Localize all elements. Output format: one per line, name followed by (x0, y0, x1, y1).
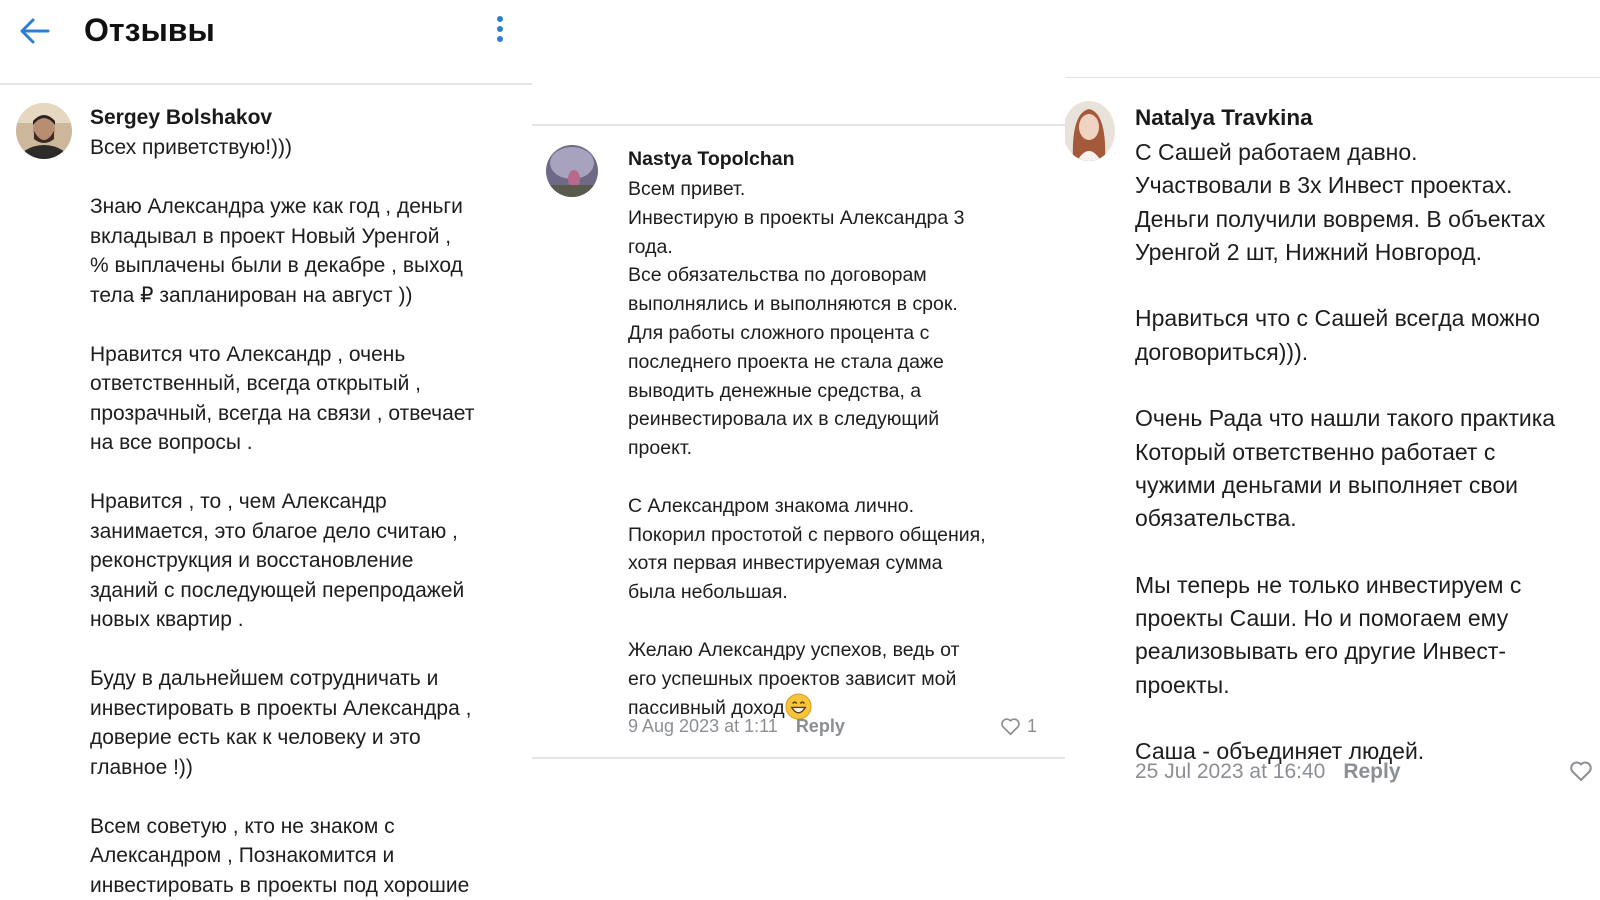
review-panel-3: Natalya Travkina С Сашей работаем давно.… (1065, 0, 1600, 900)
divider-top (532, 124, 1065, 126)
heart-outline-icon (1000, 717, 1021, 736)
like-button[interactable]: 1 (1000, 716, 1037, 737)
divider-top (1065, 77, 1600, 78)
review-date: 9 Aug 2023 at 1:11 (628, 716, 778, 736)
more-vertical-icon[interactable] (492, 14, 508, 44)
avatar[interactable] (546, 145, 598, 197)
heart-outline-icon (1569, 760, 1593, 782)
app-bar: Отзывы (0, 0, 532, 85)
review-text-content: Всем привет. Инвестирую в проекты Алекса… (628, 178, 986, 720)
review-author[interactable]: Natalya Travkina (1135, 105, 1313, 131)
review-meta: 25 Jul 2023 at 16:40 Reply (1135, 760, 1401, 784)
review-panel-2: Nastya Topolchan Всем привет. Инвестирую… (532, 0, 1065, 900)
reply-button[interactable]: Reply (1343, 760, 1400, 783)
like-count: 1 (1027, 716, 1038, 736)
review-author[interactable]: Sergey Bolshakov (90, 106, 272, 130)
review-text: Всем привет. Инвестирую в проекты Алекса… (628, 175, 1058, 723)
reply-button[interactable]: Reply (796, 716, 845, 736)
review-meta: 9 Aug 2023 at 1:11 Reply (628, 716, 845, 737)
arrow-left-icon[interactable] (18, 14, 52, 48)
review-date: 25 Jul 2023 at 16:40 (1135, 760, 1326, 783)
avatar[interactable] (16, 103, 72, 159)
like-button[interactable] (1569, 760, 1593, 782)
divider-bottom (532, 757, 1065, 759)
avatar[interactable] (1065, 101, 1115, 161)
review-text: С Сашей работаем давно. Участвовали в 3х… (1135, 139, 1556, 765)
review-panel-1: Отзывы Sergey Bolshakov Всех приветствую… (0, 0, 532, 900)
page-title: Отзывы (84, 12, 215, 48)
review-text: Всех приветствую!))) Знаю Александра уже… (90, 136, 475, 897)
review-author[interactable]: Nastya Topolchan (628, 148, 795, 171)
